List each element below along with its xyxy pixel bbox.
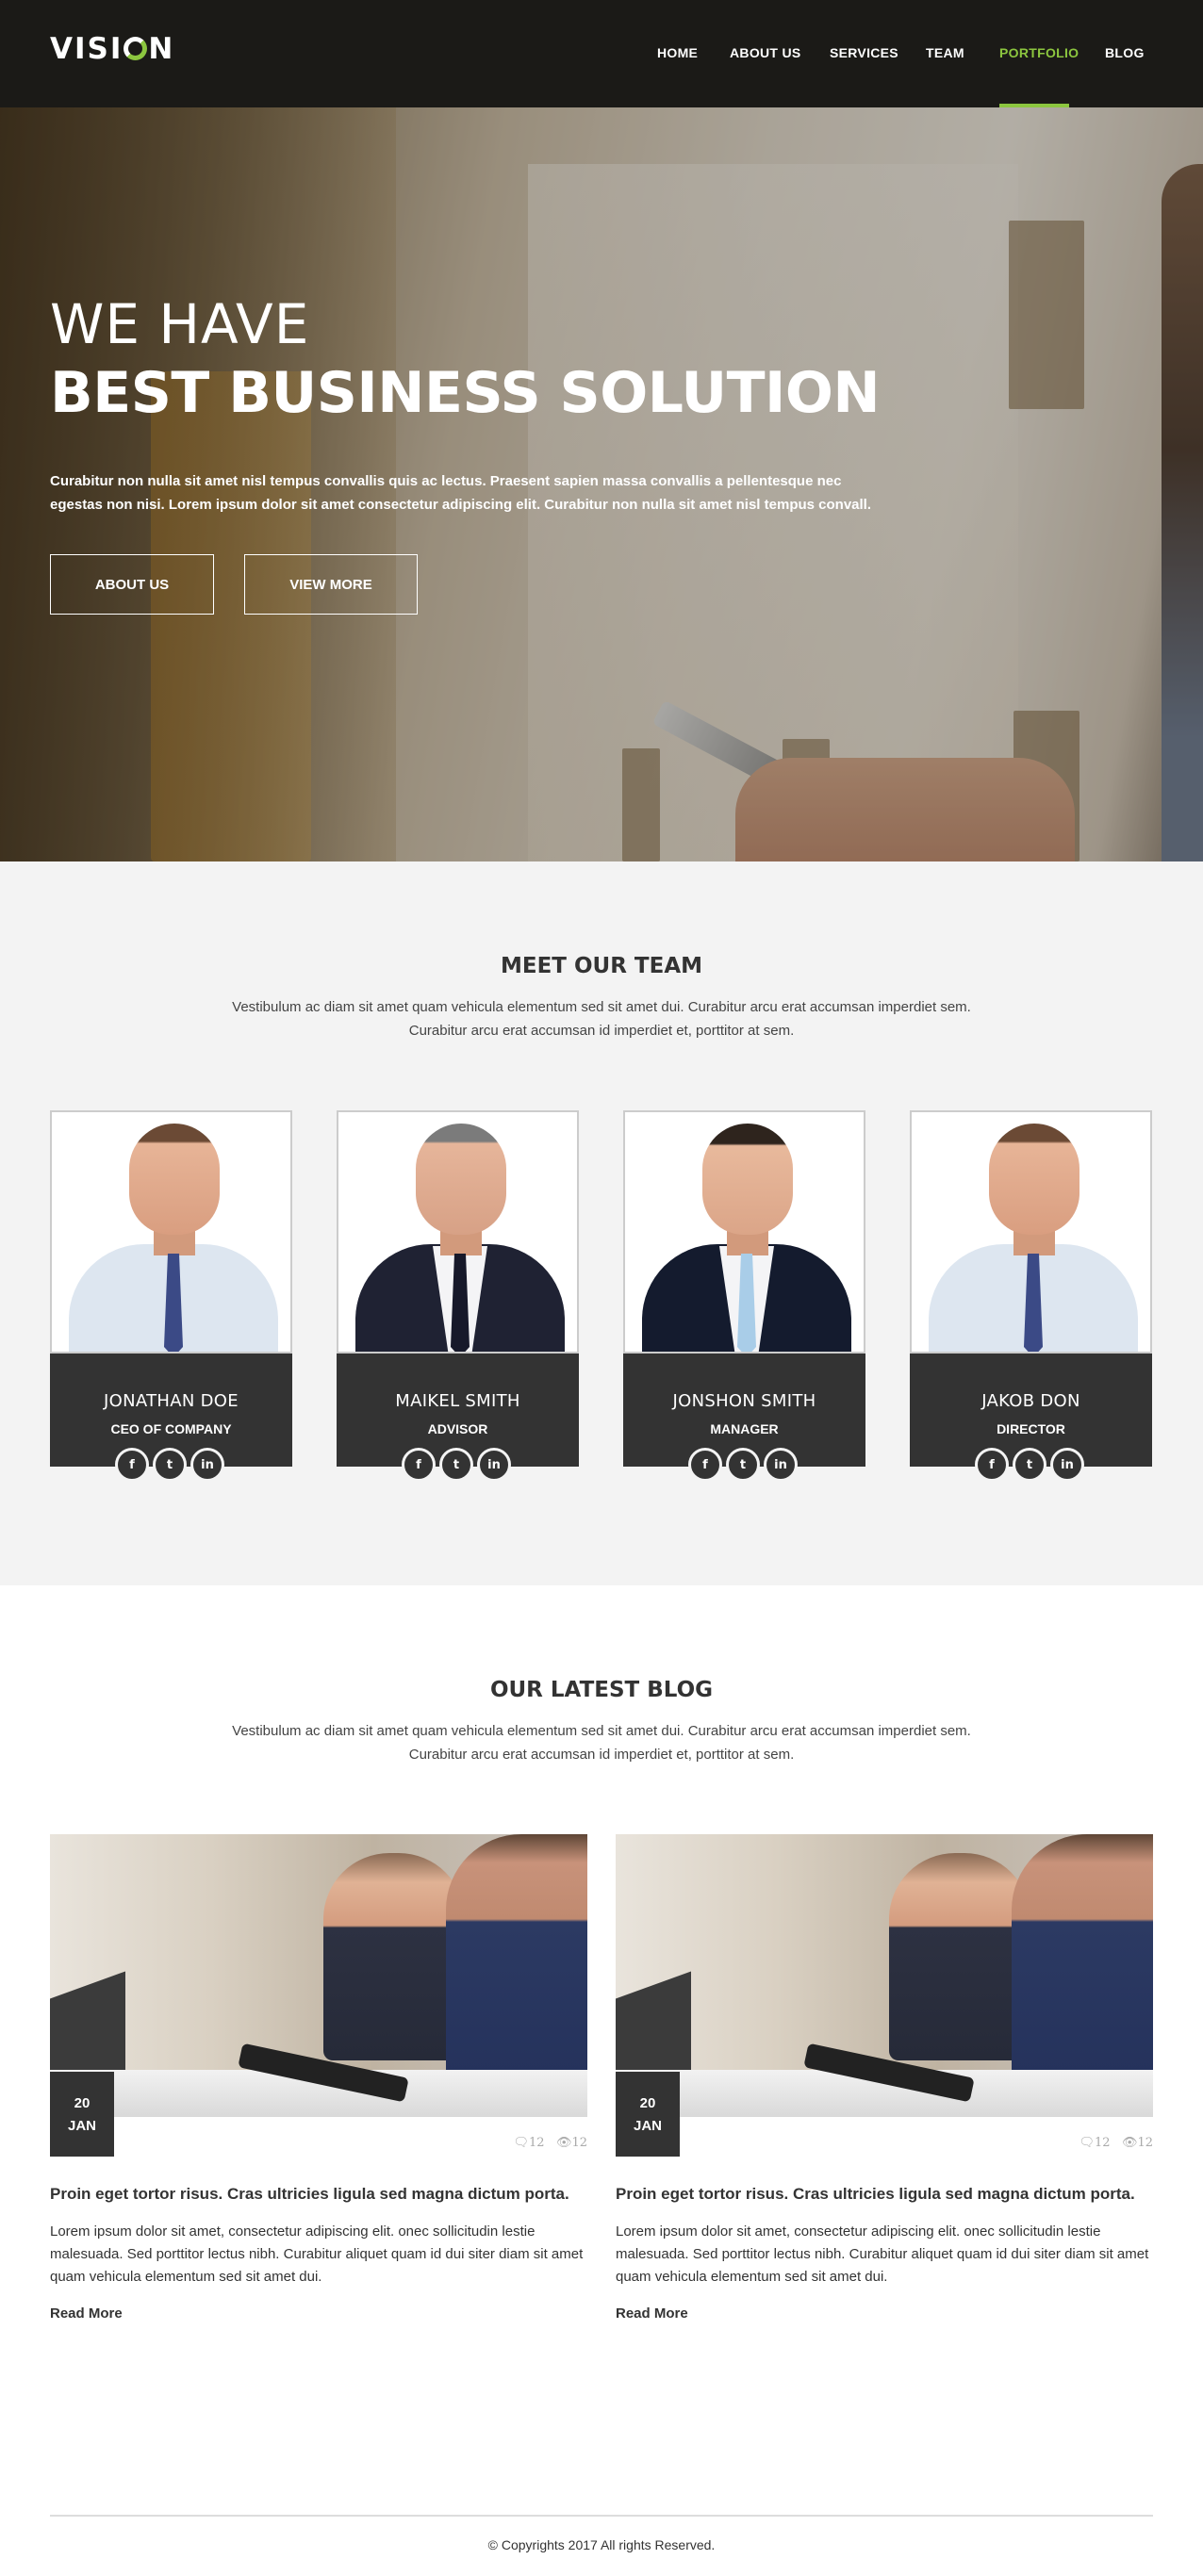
hero-text: Curabitur non nulla sit amet nisl tempus… xyxy=(50,473,872,513)
read-more-link[interactable]: Read More xyxy=(616,2305,688,2322)
date-month: JAN xyxy=(633,2118,662,2134)
twitter-icon[interactable]: t xyxy=(153,1448,187,1482)
facebook-icon[interactable]: f xyxy=(115,1448,149,1482)
view-more-button[interactable]: VIEW MORE xyxy=(244,554,418,615)
team-member-socials: f t in xyxy=(402,1448,515,1482)
blog-post: 20 JAN 🗨12 👁12 Proin eget tortor risus. C… xyxy=(616,1834,1153,2324)
comment-icon: 🗨 xyxy=(1079,2136,1095,2150)
twitter-icon[interactable]: t xyxy=(439,1448,473,1482)
blog-title: OUR LATEST BLOG xyxy=(489,1678,714,1702)
team-member-role: DIRECTOR xyxy=(997,1421,1065,1436)
image-person-shape xyxy=(323,1853,465,2060)
team-member-name: JONATHAN DOE xyxy=(104,1391,239,1411)
comment-count: 12 xyxy=(528,2136,545,2150)
linkedin-icon[interactable]: in xyxy=(1050,1448,1084,1482)
linkedin-icon[interactable]: in xyxy=(190,1448,224,1482)
facebook-icon[interactable]: f xyxy=(975,1448,1009,1482)
nav-team[interactable]: TEAM xyxy=(926,45,964,60)
team-member-photo xyxy=(50,1110,292,1354)
footer-divider xyxy=(50,2515,1153,2517)
team-member-socials: f t in xyxy=(115,1448,228,1482)
linkedin-icon[interactable]: in xyxy=(477,1448,511,1482)
nav-portfolio[interactable]: PORTFOLIO xyxy=(999,45,1079,60)
photo-head-shape xyxy=(416,1124,506,1235)
team-member-photo xyxy=(623,1110,865,1354)
nav-about-us[interactable]: ABOUT US xyxy=(730,45,801,60)
image-person-shape xyxy=(889,1853,1030,2060)
hero-title: BEST BUSINESS SOLUTION xyxy=(50,360,881,426)
blog-description: Vestibulum ac diam sit amet quam vehicul… xyxy=(232,1723,971,1763)
team-member-card: MAIKEL SMITH ADVISOR xyxy=(337,1110,579,1467)
team-member-card: JONATHAN DOE CEO OF COMPANY xyxy=(50,1110,292,1467)
nav-blog[interactable]: BLOG xyxy=(1105,45,1145,60)
about-us-button[interactable]: ABOUT US xyxy=(50,554,214,615)
hero-section: WE HAVE BEST BUSINESS SOLUTION Curabitur… xyxy=(0,107,1203,861)
blog-post-meta: 🗨12 👁12 xyxy=(513,2136,587,2150)
copyright-text: © Copyrights 2017 All rights Reserved. xyxy=(487,2537,716,2552)
blog-post: 20 JAN 🗨12 👁12 Proin eget tortor risus. C… xyxy=(50,1834,587,2324)
team-member-role: MANAGER xyxy=(710,1421,779,1436)
date-day: 20 xyxy=(639,2095,656,2111)
main-nav: HOME ABOUT US SERVICES TEAM PORTFOLIO BL… xyxy=(0,45,1203,64)
view-count: 12 xyxy=(1137,2136,1153,2150)
photo-head-shape xyxy=(129,1124,220,1235)
read-more-link[interactable]: Read More xyxy=(50,2305,123,2322)
eye-icon: 👁 xyxy=(555,2136,572,2150)
team-member-role: CEO OF COMPANY xyxy=(110,1421,232,1436)
facebook-icon[interactable]: f xyxy=(688,1448,722,1482)
team-section: MEET OUR TEAM Vestibulum ac diam sit ame… xyxy=(0,861,1203,1585)
photo-head-shape xyxy=(702,1124,793,1235)
team-description: Vestibulum ac diam sit amet quam vehicul… xyxy=(232,999,971,1039)
blog-post-date: 20 JAN xyxy=(616,2072,680,2157)
team-member-socials: f t in xyxy=(975,1448,1088,1482)
blog-post-excerpt: Lorem ipsum dolor sit amet, consectetur … xyxy=(616,2223,1149,2285)
team-title: MEET OUR TEAM xyxy=(500,954,703,978)
blog-post-title[interactable]: Proin eget tortor risus. Cras ultricies … xyxy=(50,2185,587,2204)
team-member-socials: f t in xyxy=(688,1448,801,1482)
team-member-photo xyxy=(337,1110,579,1354)
blog-post-excerpt: Lorem ipsum dolor sit amet, consectetur … xyxy=(50,2223,584,2285)
blog-section: OUR LATEST BLOG Vestibulum ac diam sit a… xyxy=(0,1585,1203,2481)
comment-count: 12 xyxy=(1094,2136,1111,2150)
view-count: 12 xyxy=(571,2136,587,2150)
team-member-card: JONSHON SMITH MANAGER xyxy=(623,1110,865,1467)
linkedin-icon[interactable]: in xyxy=(764,1448,798,1482)
team-member-role: ADVISOR xyxy=(427,1421,488,1436)
hero-subtitle: WE HAVE xyxy=(50,292,310,356)
eye-icon: 👁 xyxy=(1121,2136,1138,2150)
blog-post-title[interactable]: Proin eget tortor risus. Cras ultricies … xyxy=(616,2185,1153,2204)
team-member-photo xyxy=(910,1110,1152,1354)
comment-icon: 🗨 xyxy=(513,2136,529,2150)
date-day: 20 xyxy=(74,2095,91,2111)
twitter-icon[interactable]: t xyxy=(726,1448,760,1482)
team-member-name: JONSHON SMITH xyxy=(672,1391,816,1411)
nav-services[interactable]: SERVICES xyxy=(830,45,898,60)
team-member-card: JAKOB DON DIRECTOR xyxy=(910,1110,1152,1467)
blog-post-date: 20 JAN xyxy=(50,2072,114,2157)
nav-home[interactable]: HOME xyxy=(657,45,698,60)
blog-post-image[interactable] xyxy=(50,1834,587,2117)
site-header: VISI N HOME ABOUT US SERVICES TEAM PORTFO… xyxy=(0,0,1203,107)
photo-head-shape xyxy=(989,1124,1079,1235)
team-member-name: JAKOB DON xyxy=(981,1391,1080,1411)
blog-post-meta: 🗨12 👁12 xyxy=(1079,2136,1153,2150)
team-member-name: MAIKEL SMITH xyxy=(395,1391,520,1411)
blog-post-image[interactable] xyxy=(616,1834,1153,2117)
twitter-icon[interactable]: t xyxy=(1013,1448,1046,1482)
date-month: JAN xyxy=(67,2118,96,2134)
facebook-icon[interactable]: f xyxy=(402,1448,436,1482)
